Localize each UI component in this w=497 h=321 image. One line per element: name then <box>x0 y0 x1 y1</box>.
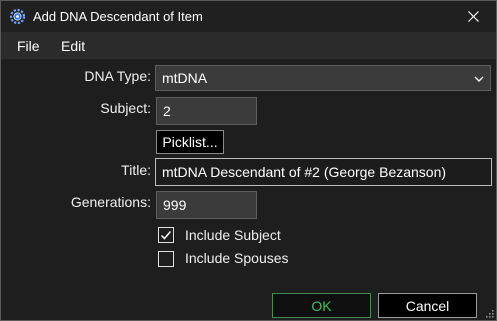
close-icon <box>467 11 479 22</box>
resize-grip-icon[interactable] <box>484 308 494 318</box>
cancel-button[interactable]: Cancel <box>378 293 477 318</box>
dialog-footer: OK Cancel <box>1 290 496 320</box>
generations-value: 999 <box>163 197 187 213</box>
subject-input[interactable]: 2 <box>156 97 257 125</box>
title-label: Title: <box>121 162 151 178</box>
menu-bar: File Edit <box>1 32 496 59</box>
menu-edit[interactable]: Edit <box>61 38 85 54</box>
title-bar: Add DNA Descendant of Item <box>1 1 496 32</box>
include-subject-checkbox[interactable] <box>158 227 174 243</box>
subject-label: Subject: <box>100 100 151 116</box>
close-button[interactable] <box>450 1 496 32</box>
dialog-window: Add DNA Descendant of Item File Edit DNA… <box>0 0 497 321</box>
include-spouses-label[interactable]: Include Spouses <box>185 250 289 266</box>
cancel-label: Cancel <box>405 297 450 314</box>
dna-type-select[interactable]: mtDNA <box>155 65 491 91</box>
picklist-button[interactable]: Picklist... <box>156 130 224 154</box>
form-panel: DNA Type: mtDNA Subject: 2 Picklist... T… <box>1 59 496 290</box>
include-subject-label[interactable]: Include Subject <box>185 227 281 243</box>
chevron-down-icon <box>474 76 484 82</box>
ok-label: OK <box>311 297 332 314</box>
title-input[interactable]: mtDNA Descendant of #2 (George Bezanson) <box>155 158 492 186</box>
include-spouses-checkbox[interactable] <box>158 251 174 267</box>
dna-type-value: mtDNA <box>162 70 208 86</box>
checkmark-icon <box>160 231 172 240</box>
title-value: mtDNA Descendant of #2 (George Bezanson) <box>162 164 447 180</box>
menu-file[interactable]: File <box>17 38 40 54</box>
generations-label: Generations: <box>70 194 151 210</box>
window-title: Add DNA Descendant of Item <box>33 9 203 24</box>
dna-type-label: DNA Type: <box>84 68 151 84</box>
picklist-label: Picklist... <box>162 134 218 150</box>
ok-button[interactable]: OK <box>272 293 371 318</box>
generations-input[interactable]: 999 <box>156 191 257 219</box>
subject-value: 2 <box>163 103 171 119</box>
gear-app-icon <box>9 8 26 25</box>
